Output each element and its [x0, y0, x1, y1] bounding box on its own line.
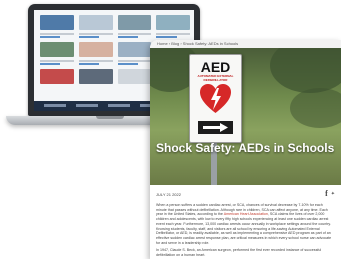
blog-thumbnail[interactable]: [40, 15, 74, 30]
blog-thumbnail[interactable]: [117, 42, 152, 57]
article-paragraph: In 1947, Claude S. Beck, an American sur…: [156, 248, 322, 258]
blog-thumbnail[interactable]: [117, 69, 152, 84]
thumbnail-caption: [40, 33, 74, 39]
arrow-right-icon: [198, 121, 233, 134]
thumbnail-caption: [117, 60, 152, 66]
article-body: When a person suffers a sudden cardiac a…: [156, 203, 334, 259]
heart-lightning-icon: [200, 84, 231, 113]
thumbnail-caption: [78, 33, 113, 39]
post-date: JULY 21 2022: [156, 192, 181, 197]
hero-image: AED AUTOMATED EXTERNAL DEFIBRILLATOR Sho…: [150, 48, 341, 185]
blog-thumbnail[interactable]: [78, 42, 113, 57]
post-title: Shock Safety: AEDs in Schools: [156, 141, 335, 155]
blog-thumbnail[interactable]: [78, 69, 113, 84]
twitter-icon[interactable]: ✦: [331, 190, 335, 198]
thumbnail-caption: [156, 33, 190, 39]
blog-thumbnail[interactable]: [117, 15, 152, 30]
share-buttons: f ✦: [325, 190, 335, 198]
blog-thumbnail[interactable]: [40, 69, 74, 84]
aed-sign-letters: AED: [200, 59, 231, 75]
post-meta: JULY 21 2022 f ✦: [156, 190, 335, 198]
blog-post-panel: Home › Blog › Shock Safety: AEDs in Scho…: [150, 40, 341, 259]
blog-thumbnail[interactable]: [40, 42, 74, 57]
blog-thumbnail[interactable]: [156, 15, 190, 30]
aed-sign: AED AUTOMATED EXTERNAL DEFIBRILLATOR: [189, 54, 242, 143]
thumbnail-caption: [117, 33, 152, 39]
blog-thumbnail[interactable]: [78, 15, 113, 30]
thumbnail-caption: [78, 60, 113, 66]
thumbnail-caption: [40, 60, 74, 66]
laptop-notch: [96, 116, 124, 119]
aed-sign-subtitle: AUTOMATED EXTERNAL DEFIBRILLATOR: [197, 74, 234, 82]
facebook-icon[interactable]: f: [325, 190, 328, 198]
article-paragraph: When a person suffers a sudden cardiac a…: [156, 203, 332, 245]
breadcrumb[interactable]: Home › Blog › Shock Safety: AEDs in Scho…: [150, 40, 341, 48]
aha-link[interactable]: American Heart Association: [224, 212, 268, 216]
